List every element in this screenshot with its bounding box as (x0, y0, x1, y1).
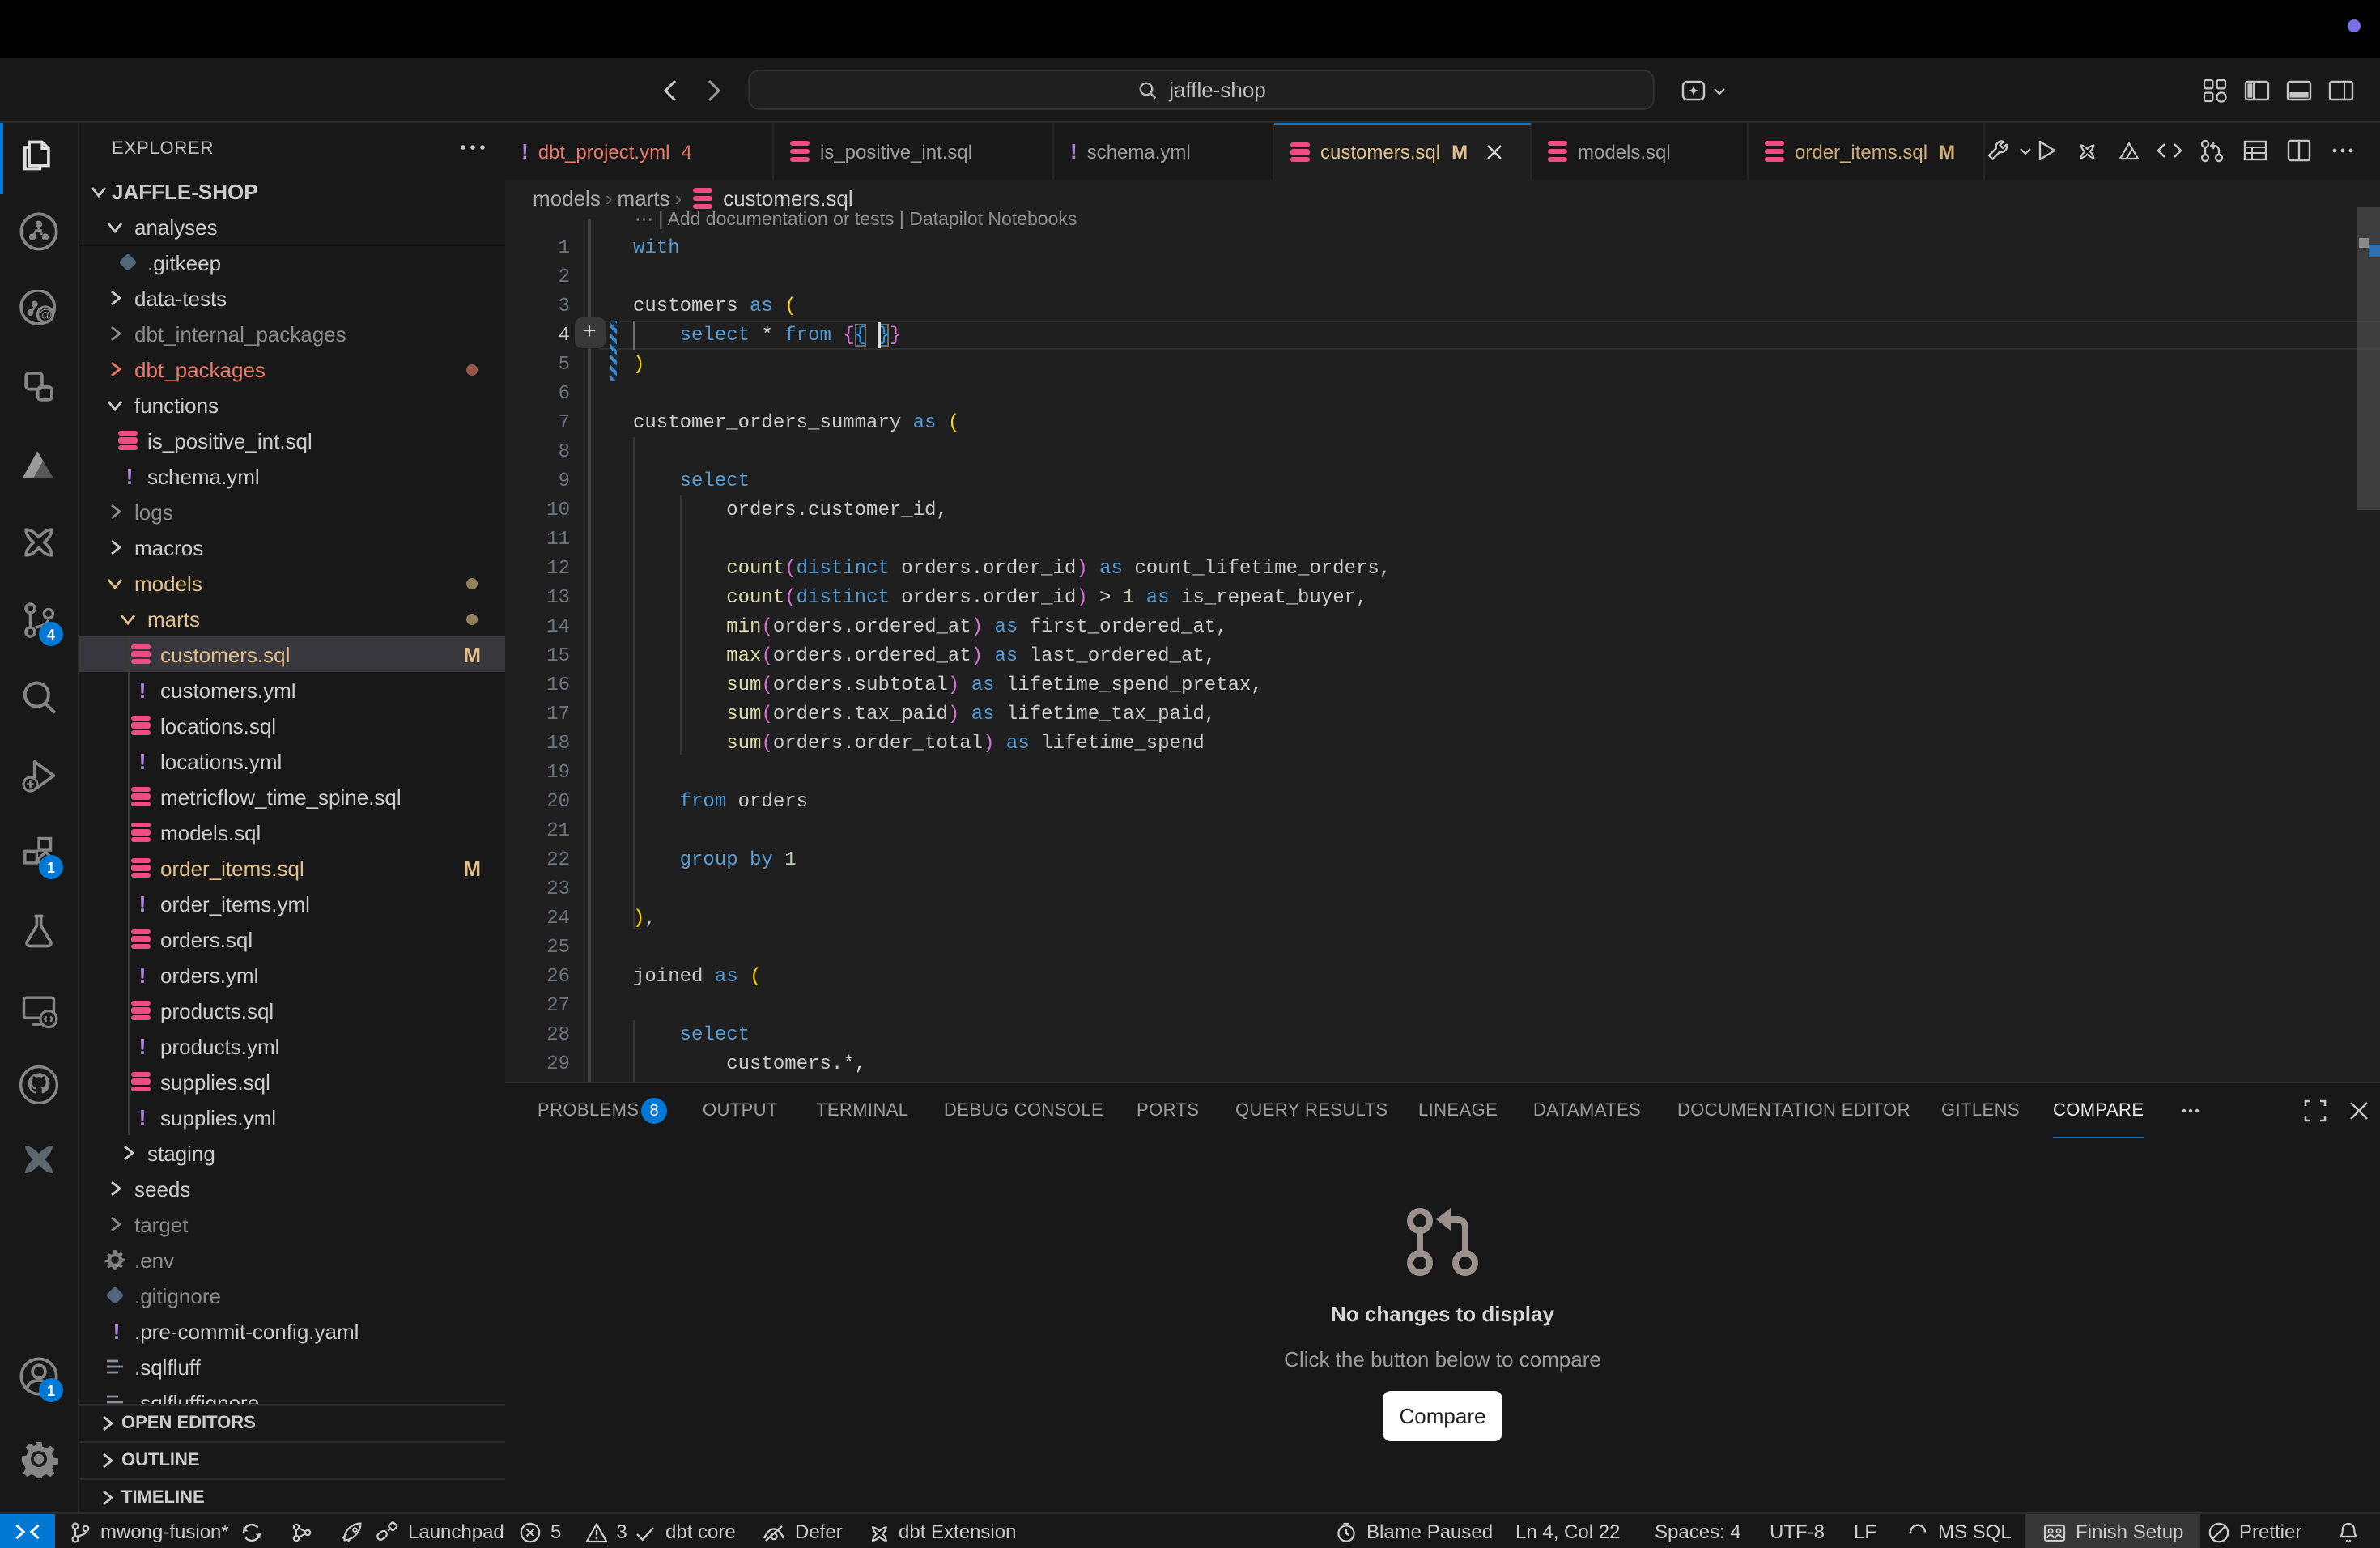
svg-text:@: @ (38, 307, 52, 323)
